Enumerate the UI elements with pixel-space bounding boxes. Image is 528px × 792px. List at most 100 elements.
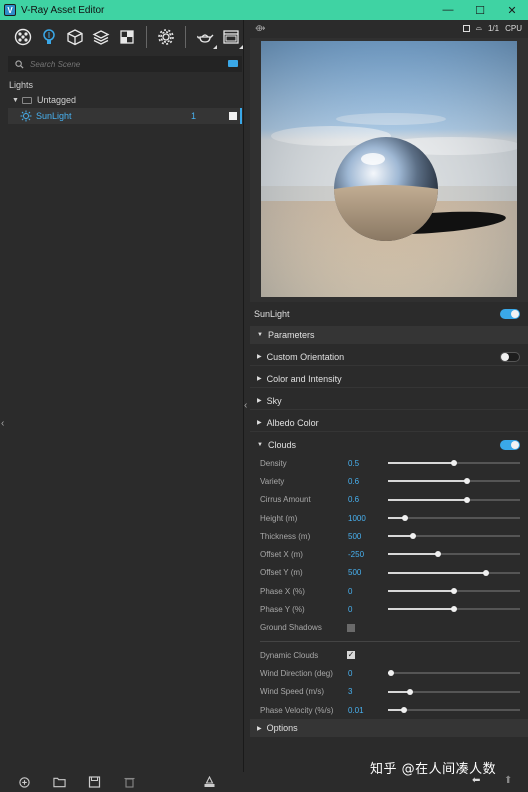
save-icon[interactable] xyxy=(86,775,102,789)
search-bar xyxy=(8,56,242,72)
materials-icon[interactable] xyxy=(10,24,36,50)
section-parameters[interactable]: ▼ Parameters xyxy=(250,326,528,344)
toolbar-divider xyxy=(185,26,186,48)
tree-category-title: Lights xyxy=(9,80,34,90)
up-arrow-icon[interactable]: ⬆ xyxy=(504,775,512,786)
collapse-arrow-icon: ▶ xyxy=(257,376,262,382)
param-value-field[interactable]: 0.6 xyxy=(348,495,359,504)
slider-thumb[interactable] xyxy=(451,588,457,595)
title-bar: V V-Ray Asset Editor — ☐ ✕ xyxy=(0,0,528,20)
param-value-field[interactable]: 0 xyxy=(348,605,352,614)
param-label: Thickness (m) xyxy=(260,531,311,541)
param-value-field[interactable]: 0.6 xyxy=(348,477,359,486)
ground-shadows-checkbox[interactable] xyxy=(347,623,355,632)
param-slider[interactable] xyxy=(388,533,520,540)
maximize-button[interactable]: ☐ xyxy=(464,0,496,20)
param-value-field[interactable]: 3 xyxy=(348,687,352,696)
param-slider[interactable] xyxy=(388,496,520,503)
param-label: Cirrus Amount xyxy=(260,495,311,505)
enable-checkbox[interactable] xyxy=(229,112,237,120)
lights-icon[interactable] xyxy=(36,24,62,50)
param-value-field[interactable]: 0.5 xyxy=(348,459,359,468)
dynamic-clouds-checkbox[interactable]: ✓ xyxy=(347,650,355,659)
param-value-field[interactable]: 0 xyxy=(348,587,352,596)
purge-icon[interactable] xyxy=(201,775,217,789)
search-input[interactable] xyxy=(30,59,220,69)
param-slider[interactable] xyxy=(388,606,520,613)
param-slider[interactable] xyxy=(388,514,520,521)
collapse-left-chevron-icon[interactable]: ‹ xyxy=(1,418,4,429)
subsection-custom-orientation[interactable]: ▶ Custom Orientation xyxy=(250,348,528,366)
tag-filter-icon[interactable] xyxy=(228,60,238,67)
param-row: Phase Y (%) 0 xyxy=(250,600,528,618)
slider-thumb[interactable] xyxy=(464,496,471,503)
param-row: Phase X (%) 0 xyxy=(250,582,528,600)
slider-thumb[interactable] xyxy=(451,460,457,466)
param-label: Phase X (%) xyxy=(260,586,305,596)
clouds-toggle[interactable] xyxy=(500,440,520,450)
param-dynamic-clouds: Dynamic Clouds ✓ xyxy=(250,646,528,664)
selection-indicator xyxy=(240,108,242,124)
param-value-field[interactable]: 500 xyxy=(348,532,361,541)
scene-tree: Lights ▼ Untagged SunLight 1 xyxy=(8,76,242,772)
subsection-sky[interactable]: ▶ Sky xyxy=(250,392,528,410)
slider-thumb[interactable] xyxy=(482,569,489,576)
object-enable-toggle[interactable] xyxy=(500,309,520,319)
teapot-icon[interactable] xyxy=(192,24,218,50)
minimize-button[interactable]: — xyxy=(432,0,464,20)
render-window-icon[interactable] xyxy=(218,24,244,50)
window-title: V-Ray Asset Editor xyxy=(21,4,105,16)
teapot-render-icon[interactable]: ⌓ xyxy=(476,23,482,33)
subsection-color-intensity[interactable]: ▶ Color and Intensity xyxy=(250,370,528,388)
param-slider[interactable] xyxy=(388,460,520,466)
param-value-field[interactable]: 1000 xyxy=(348,514,366,523)
delete-icon[interactable] xyxy=(121,775,137,789)
param-value-field[interactable]: 500 xyxy=(348,568,361,577)
stop-render-icon[interactable] xyxy=(462,24,470,32)
param-slider[interactable] xyxy=(388,478,520,485)
object-name: SunLight xyxy=(254,309,290,319)
slider-fill xyxy=(388,608,454,611)
custom-orientation-toggle[interactable] xyxy=(500,352,520,362)
slider-thumb[interactable] xyxy=(387,670,394,677)
param-row: Wind Speed (m/s) 3 xyxy=(250,683,528,701)
slider-thumb[interactable] xyxy=(400,706,407,713)
collapse-right-chevron-icon[interactable]: ‹ xyxy=(244,400,247,411)
textures-icon[interactable] xyxy=(114,24,140,50)
param-row: Height (m) 1000 xyxy=(250,509,528,527)
slider-thumb[interactable] xyxy=(451,606,457,613)
param-slider[interactable] xyxy=(388,588,520,595)
expand-arrow-icon[interactable]: ▼ xyxy=(12,97,22,104)
tree-item-sunlight[interactable]: SunLight 1 xyxy=(8,108,242,124)
geometry-icon[interactable] xyxy=(62,24,88,50)
param-slider[interactable] xyxy=(387,670,520,677)
close-button[interactable]: ✕ xyxy=(496,0,528,20)
slider-thumb[interactable] xyxy=(407,688,414,695)
slider-thumb[interactable] xyxy=(464,478,471,485)
add-asset-icon[interactable] xyxy=(16,775,32,789)
param-value-field[interactable]: -250 xyxy=(348,550,364,559)
param-value-field[interactable]: 0 xyxy=(348,669,352,678)
section-options[interactable]: ▶ Options xyxy=(250,719,528,738)
tree-group-untagged[interactable]: ▼ Untagged xyxy=(8,92,242,108)
clouds-parameters: Density 0.5 Variety 0.6 Cirrus Amount 0.6 Heig… xyxy=(250,454,528,619)
open-folder-icon[interactable] xyxy=(51,775,67,789)
slider-thumb[interactable] xyxy=(402,514,409,521)
vray-app-icon: V xyxy=(4,4,16,16)
ratio-label[interactable]: 1/1 xyxy=(488,24,499,33)
subsection-clouds[interactable]: ▼ Clouds xyxy=(250,436,528,454)
param-slider[interactable] xyxy=(388,569,520,576)
param-value-field[interactable]: 0.01 xyxy=(348,706,364,715)
subsection-albedo-color[interactable]: ▶ Albedo Color xyxy=(250,414,528,432)
param-row: Variety 0.6 xyxy=(250,472,528,490)
param-slider[interactable] xyxy=(388,551,520,558)
param-slider[interactable] xyxy=(388,706,520,713)
render-elements-icon[interactable] xyxy=(88,24,114,50)
param-slider[interactable] xyxy=(388,688,520,695)
slider-thumb[interactable] xyxy=(410,533,417,540)
slider-thumb[interactable] xyxy=(435,551,442,558)
render-mode-label[interactable]: CPU xyxy=(505,24,522,33)
pin-icon[interactable]: ⟴ xyxy=(255,23,265,34)
settings-icon[interactable] xyxy=(153,24,179,50)
panel-splitter[interactable]: ‹ xyxy=(243,20,250,772)
